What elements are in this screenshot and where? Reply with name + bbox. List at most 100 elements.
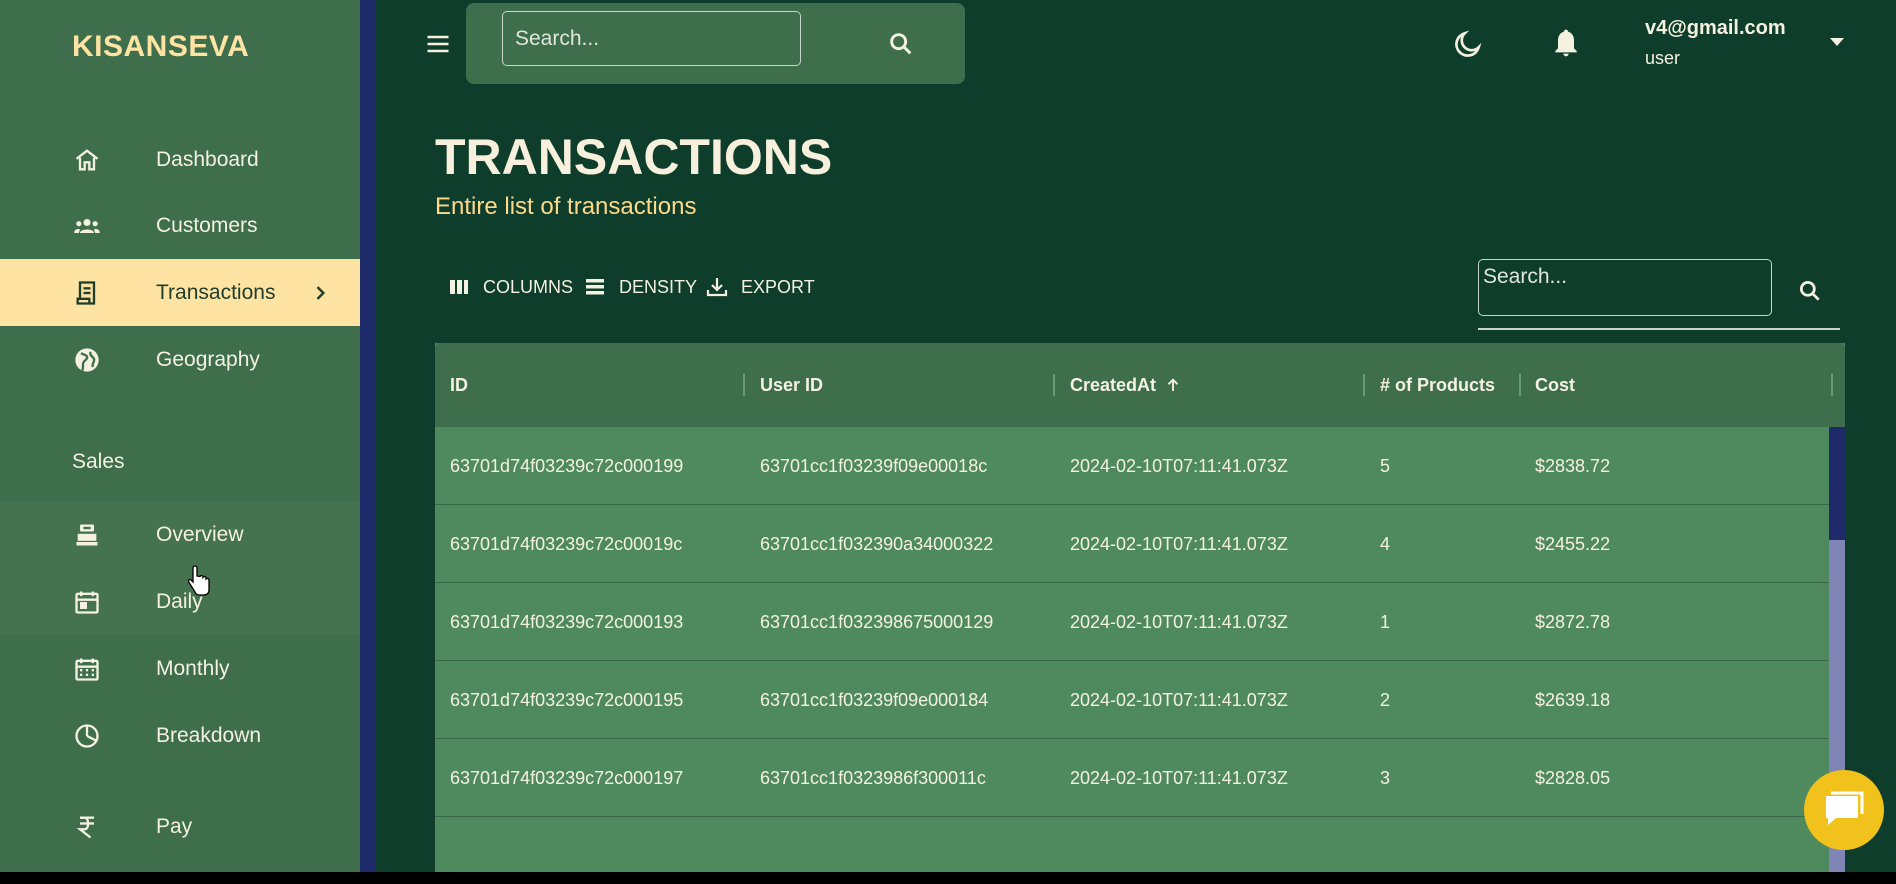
chevron-down-icon[interactable] <box>1828 36 1846 48</box>
transactions-table: ID User ID CreatedAt # of Products Cost … <box>435 343 1845 872</box>
sidebar-item-label: Dashboard <box>156 147 259 171</box>
user-email[interactable]: v4@gmail.com <box>1645 17 1786 40</box>
home-icon <box>72 145 102 175</box>
menu-icon[interactable] <box>424 30 452 58</box>
cell-id: 63701d74f03239c72c000193 <box>450 611 684 632</box>
export-button[interactable]: EXPORT <box>705 272 815 302</box>
dark-mode-icon[interactable] <box>1452 28 1484 60</box>
cell-created-at: 2024-02-10T07:11:41.073Z <box>1070 611 1288 632</box>
cell-id: 63701d74f03239c72c000199 <box>450 455 684 476</box>
density-label: DENSITY <box>619 276 698 297</box>
search-icon[interactable] <box>887 30 915 58</box>
chat-icon <box>1826 791 1864 825</box>
brand-logo[interactable]: KISANSEVA <box>72 30 249 64</box>
sidebar-item-geography[interactable]: Geography <box>0 326 360 393</box>
grid-search-underline <box>1478 328 1840 330</box>
table-row-partial[interactable] <box>435 817 1829 872</box>
calendar-today-icon <box>72 587 102 617</box>
cell-cost: $2872.78 <box>1535 611 1611 632</box>
receipt-icon <box>72 278 102 308</box>
sidebar-item-breakdown[interactable]: Breakdown <box>0 702 360 769</box>
cell-products: 5 <box>1380 455 1391 476</box>
sidebar-item-label: Monthly <box>156 656 230 680</box>
column-separator[interactable] <box>1831 374 1833 396</box>
cell-id: 63701d74f03239c72c00019c <box>450 533 683 554</box>
sidebar-item-label: Pay <box>156 814 193 838</box>
table-scrollbar-thumb[interactable] <box>1829 427 1845 540</box>
table-row[interactable]: 63701d74f03239c72c000193 63701cc1f032398… <box>435 583 1829 661</box>
sidebar-item-transactions[interactable]: Transactions <box>0 259 360 326</box>
table-row[interactable]: 63701d74f03239c72c000195 63701cc1f03239f… <box>435 661 1829 739</box>
sidebar-item-daily[interactable]: Daily <box>0 568 360 635</box>
top-search-input[interactable] <box>502 11 801 66</box>
sidebar-item-label: Breakdown <box>156 723 262 747</box>
cell-user-id: 63701cc1f03239f09e000184 <box>760 689 989 710</box>
sidebar-section-sales: Sales <box>72 450 125 473</box>
chat-button[interactable] <box>1804 770 1884 850</box>
sidebar-item-label: Overview <box>156 522 244 546</box>
page-subtitle: Entire list of transactions <box>435 193 697 220</box>
cell-user-id: 63701cc1f032390a34000322 <box>760 533 994 554</box>
sidebar-item-customers[interactable]: Customers <box>0 192 360 259</box>
column-header-user-id[interactable]: User ID <box>760 343 823 427</box>
cell-cost: $2455.22 <box>1535 533 1611 554</box>
sidebar-item-monthly[interactable]: Monthly <box>0 635 360 702</box>
column-header-cost[interactable]: Cost <box>1535 343 1575 427</box>
table-row[interactable]: 63701d74f03239c72c00019c 63701cc1f032390… <box>435 505 1829 583</box>
point-of-sale-icon <box>72 520 102 550</box>
page-title: TRANSACTIONS <box>435 129 833 185</box>
columns-button[interactable]: COLUMNS <box>447 272 573 302</box>
column-separator[interactable] <box>1053 374 1055 396</box>
hand-cursor-icon <box>187 565 210 596</box>
user-role: user <box>1645 48 1681 68</box>
sidebar-item-label: Customers <box>156 213 258 237</box>
sidebar-scrollbar[interactable] <box>360 0 376 872</box>
search-icon[interactable] <box>1797 278 1823 304</box>
sort-ascending-icon[interactable] <box>1164 376 1182 394</box>
sidebar-item-label: Geography <box>156 347 260 371</box>
download-icon <box>706 278 728 297</box>
density-icon <box>586 279 604 295</box>
pie-chart-icon <box>72 721 102 751</box>
columns-icon <box>450 280 468 294</box>
grid-search-input[interactable] <box>1478 259 1772 316</box>
export-label: EXPORT <box>741 276 815 297</box>
table-header: ID User ID CreatedAt # of Products Cost <box>435 343 1845 427</box>
rupee-icon <box>72 812 102 842</box>
cell-products: 1 <box>1380 611 1391 632</box>
table-body: 63701d74f03239c72c000199 63701cc1f03239f… <box>435 427 1829 872</box>
cell-user-id: 63701cc1f03239f09e00018c <box>760 455 988 476</box>
column-header-created-at[interactable]: CreatedAt <box>1070 343 1182 427</box>
calendar-month-icon <box>72 654 102 684</box>
column-header-id[interactable]: ID <box>450 343 468 427</box>
cell-user-id: 63701cc1f032398675000129 <box>760 611 994 632</box>
sidebar-item-pay[interactable]: Pay <box>0 793 360 860</box>
cell-products: 4 <box>1380 533 1391 554</box>
column-separator[interactable] <box>1363 374 1365 396</box>
cell-user-id: 63701cc1f0323986f300011c <box>760 767 986 788</box>
column-separator[interactable] <box>743 374 745 396</box>
cell-created-at: 2024-02-10T07:11:41.073Z <box>1070 689 1288 710</box>
notifications-icon[interactable] <box>1550 26 1582 60</box>
density-button[interactable]: DENSITY <box>583 272 697 302</box>
cell-created-at: 2024-02-10T07:11:41.073Z <box>1070 767 1288 788</box>
bottom-bar <box>0 872 1896 884</box>
column-separator[interactable] <box>1519 374 1521 396</box>
cell-created-at: 2024-02-10T07:11:41.073Z <box>1070 455 1288 476</box>
app-root: KISANSEVA Dashboard Customers Transactio… <box>0 0 1896 872</box>
columns-label: COLUMNS <box>483 276 574 297</box>
sidebar-item-overview[interactable]: Overview <box>0 501 360 568</box>
globe-icon <box>72 345 102 375</box>
cell-cost: $2828.05 <box>1535 767 1611 788</box>
groups-icon <box>72 211 102 241</box>
sidebar-item-label: Transactions <box>156 280 276 304</box>
table-row[interactable]: 63701d74f03239c72c000199 63701cc1f03239f… <box>435 427 1829 505</box>
cell-id: 63701d74f03239c72c000195 <box>450 689 684 710</box>
sidebar: KISANSEVA Dashboard Customers Transactio… <box>0 0 360 872</box>
column-header-products[interactable]: # of Products <box>1380 343 1495 427</box>
cell-cost: $2639.18 <box>1535 689 1611 710</box>
table-row[interactable]: 63701d74f03239c72c000197 63701cc1f032398… <box>435 739 1829 817</box>
column-header-label: CreatedAt <box>1070 374 1157 395</box>
chevron-right-icon <box>316 285 326 300</box>
sidebar-item-dashboard[interactable]: Dashboard <box>0 126 360 193</box>
